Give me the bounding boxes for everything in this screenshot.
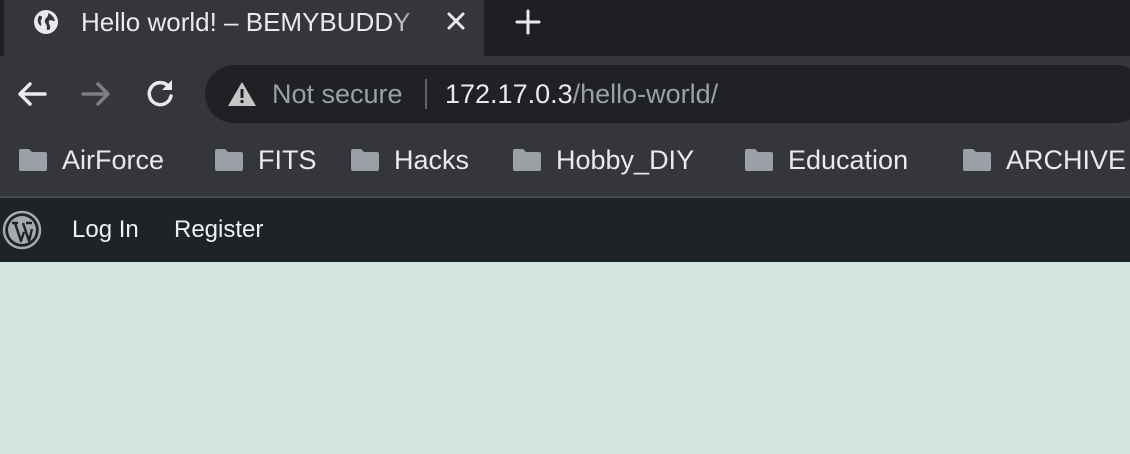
tab-strip: Hello world! – BEMYBUDDY: [0, 0, 1130, 56]
folder-icon: [745, 149, 773, 171]
warning-triangle-icon[interactable]: [227, 81, 257, 107]
active-tab[interactable]: Hello world! – BEMYBUDDY: [4, 0, 484, 56]
bookmark-label: ARCHIVE: [1006, 145, 1127, 175]
register-link[interactable]: Register: [174, 214, 263, 246]
folder-icon: [513, 149, 541, 171]
bookmark-folder-hacks[interactable]: Hacks: [350, 142, 469, 178]
url-text[interactable]: 172.17.0.3/hello-world/: [445, 76, 718, 112]
bookmark-label: Education: [788, 145, 909, 175]
bookmark-folder-hobby-diy[interactable]: Hobby_DIY: [512, 142, 694, 178]
folder-icon: [215, 149, 243, 171]
forward-arrow-icon[interactable]: [78, 76, 114, 112]
folder-icon: [19, 149, 47, 171]
bookmark-folder-fits[interactable]: FITS: [214, 142, 317, 178]
bookmark-label: Hobby_DIY: [556, 145, 695, 175]
bookmark-label: AirForce: [62, 145, 165, 175]
folder-icon: [963, 149, 991, 171]
folder-icon: [351, 149, 379, 171]
reload-icon[interactable]: [142, 76, 178, 112]
bookmark-label: Hacks: [394, 145, 470, 175]
bookmarks-bar: AirForce FITS Hacks Hobby_DIY Education …: [0, 132, 1130, 198]
bookmark-folder-archive[interactable]: ARCHIVE: [962, 142, 1126, 178]
wordpress-icon[interactable]: [2, 210, 42, 250]
bookmark-label: FITS: [258, 145, 317, 175]
bookmark-folder-education[interactable]: Education: [744, 142, 908, 178]
globe-icon: [34, 10, 58, 34]
url-host: 172.17.0.3: [445, 79, 573, 109]
new-tab-plus-icon[interactable]: [512, 6, 544, 38]
address-separator: [425, 79, 427, 109]
security-status-label[interactable]: Not secure: [272, 76, 403, 112]
back-arrow-icon[interactable]: [14, 76, 50, 112]
tab-title: Hello world! – BEMYBUDDY: [81, 7, 411, 37]
url-path: /hello-world/: [572, 79, 719, 109]
page-content-area: [0, 262, 1130, 454]
address-bar[interactable]: Not secure 172.17.0.3/hello-world/: [205, 65, 1130, 123]
wordpress-admin-bar: Log In Register: [0, 198, 1130, 262]
bookmark-folder-airforce[interactable]: AirForce: [18, 142, 164, 178]
login-link[interactable]: Log In: [72, 214, 139, 246]
browser-toolbar: Not secure 172.17.0.3/hello-world/: [0, 56, 1130, 132]
close-icon[interactable]: [445, 10, 467, 32]
